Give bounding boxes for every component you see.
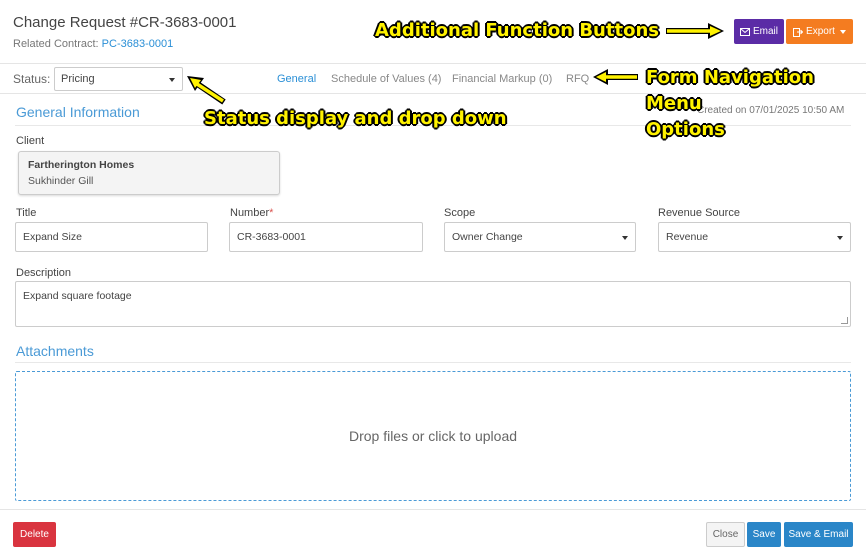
title-label: Title — [16, 207, 37, 219]
client-name: Fartherington Homes — [28, 159, 135, 171]
arrow-left-icon — [593, 69, 638, 85]
envelope-icon — [739, 27, 750, 36]
description-label: Description — [16, 267, 72, 279]
number-label-text: Number — [230, 207, 270, 219]
resize-handle-icon[interactable] — [841, 317, 848, 324]
chevron-down-icon — [839, 29, 846, 34]
delete-button[interactable]: Delete — [13, 522, 56, 547]
description-textarea[interactable]: Expand square footage — [15, 281, 851, 327]
file-dropzone[interactable]: Drop files or click to upload — [15, 371, 851, 501]
email-button[interactable]: Email — [734, 19, 784, 44]
revenue-source-label: Revenue Source — [658, 207, 740, 219]
tab-financial-markup[interactable]: Financial Markup (0) — [452, 73, 552, 85]
save-and-email-button[interactable]: Save & Email — [784, 522, 853, 547]
status-value: Pricing — [61, 73, 95, 85]
description-value: Expand square footage — [23, 290, 132, 302]
scope-select[interactable]: Owner Change — [444, 222, 636, 252]
annotation-form-nav-line1: Form Navigation — [646, 67, 814, 88]
caret-down-icon — [837, 236, 843, 240]
footer-divider — [0, 509, 866, 510]
tab-rfq[interactable]: RFQ — [566, 73, 589, 85]
revenue-source-select[interactable]: Revenue — [658, 222, 851, 252]
divider — [15, 362, 851, 363]
related-contract: Related Contract: PC-3683-0001 — [13, 38, 173, 50]
number-input[interactable]: CR-3683-0001 — [229, 222, 423, 252]
save-button[interactable]: Save — [747, 522, 781, 547]
export-button[interactable]: Export — [786, 19, 853, 44]
general-information-title: General Information — [16, 104, 140, 120]
annotation-function-buttons: Additional Function Buttons — [375, 20, 659, 41]
number-label: Number* — [230, 207, 273, 219]
close-button[interactable]: Close — [706, 522, 745, 547]
title-input[interactable]: Expand Size — [15, 222, 208, 252]
attachments-title: Attachments — [16, 343, 94, 359]
arrow-up-left-icon — [187, 76, 226, 105]
dropzone-text: Drop files or click to upload — [348, 428, 518, 444]
tab-schedule-of-values[interactable]: Schedule of Values (4) — [331, 73, 441, 85]
tab-general[interactable]: General — [277, 73, 316, 85]
revenue-source-value: Revenue — [666, 231, 709, 243]
email-button-label: Email — [752, 26, 778, 37]
client-card[interactable]: Fartherington Homes Sukhinder Gill — [18, 151, 280, 195]
client-contact: Sukhinder Gill — [28, 175, 94, 187]
status-dropdown[interactable]: Pricing — [54, 67, 183, 91]
annotation-form-nav-line2: Menu — [646, 93, 702, 114]
page-title: Change Request #CR-3683-0001 — [13, 14, 237, 31]
annotation-form-nav-line3: Options — [646, 119, 725, 140]
export-button-label: Export — [806, 26, 835, 37]
required-marker: * — [269, 207, 274, 219]
caret-down-icon — [169, 78, 175, 82]
status-label: Status: — [13, 72, 51, 86]
title-value: Expand Size — [23, 231, 82, 243]
arrow-right-icon — [666, 23, 724, 39]
created-timestamp: Created on 07/01/2025 10:50 AM — [697, 105, 845, 116]
scope-label: Scope — [444, 207, 476, 219]
related-contract-link[interactable]: PC-3683-0001 — [102, 38, 174, 50]
client-label: Client — [16, 135, 45, 147]
caret-down-icon — [622, 236, 628, 240]
annotation-status-dropdown: Status display and drop down — [204, 108, 507, 129]
export-icon — [793, 27, 804, 37]
number-value: CR-3683-0001 — [237, 231, 306, 243]
related-contract-label: Related Contract: — [13, 38, 99, 50]
scope-value: Owner Change — [452, 231, 523, 243]
